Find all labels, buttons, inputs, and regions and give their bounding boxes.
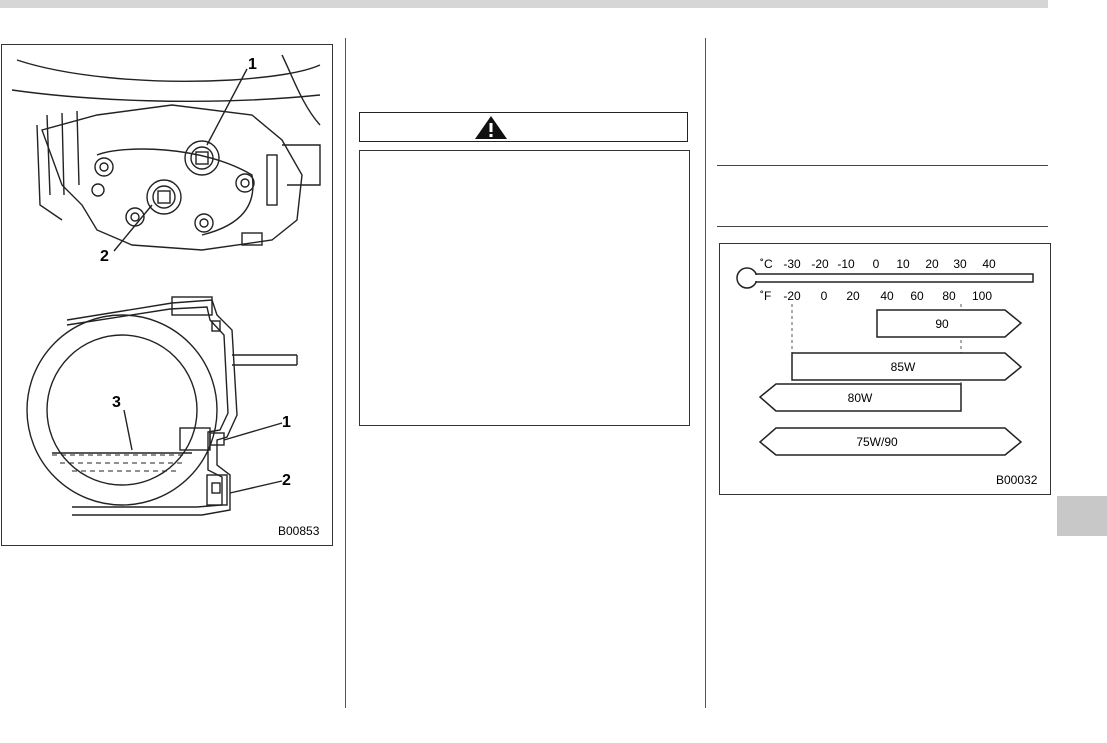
warning-icon [475, 116, 507, 139]
warning-header [359, 112, 688, 142]
viscosity-figure: ˚C ˚F -30 -20 -10 0 10 20 30 40 -20 0 20… [719, 243, 1051, 495]
fahrenheit-tick: 60 [910, 289, 924, 303]
celsius-tick: 10 [896, 257, 910, 271]
side-tab [1057, 496, 1107, 536]
celsius-tick: 20 [925, 257, 939, 271]
differential-drawing: 1 2 3 1 2 B00853 [11, 54, 321, 538]
callout-3-bottom: 3 [112, 394, 121, 411]
fahrenheit-tick: -20 [783, 289, 801, 303]
fahrenheit-unit: ˚F [760, 289, 771, 303]
warning-body [359, 150, 690, 426]
celsius-tick: -20 [811, 257, 829, 271]
fahrenheit-tick: 40 [880, 289, 894, 303]
grade-label-85w: 85W [891, 360, 916, 374]
celsius-tick: 40 [982, 257, 996, 271]
top-bar [0, 0, 1048, 8]
section-rule-1 [717, 165, 1048, 166]
celsius-tick: -10 [837, 257, 855, 271]
fahrenheit-tick: 80 [942, 289, 956, 303]
celsius-unit: ˚C [760, 257, 773, 271]
differential-figure: 1 2 3 1 2 B00853 [1, 44, 333, 546]
fahrenheit-tick: 0 [821, 289, 828, 303]
grade-label-75w90: 75W/90 [856, 435, 898, 449]
fahrenheit-tick: 20 [846, 289, 860, 303]
grade-label-80w: 80W [848, 391, 873, 405]
figure-code: B00032 [996, 473, 1038, 487]
grade-label-90: 90 [935, 317, 949, 331]
figure-code: B00853 [278, 524, 320, 538]
viscosity-chart: ˚C ˚F -30 -20 -10 0 10 20 30 40 -20 0 20… [736, 257, 1038, 487]
column-divider-2 [705, 38, 706, 708]
celsius-tick: -30 [783, 257, 801, 271]
celsius-tick: 0 [873, 257, 880, 271]
callout-1-top: 1 [248, 56, 257, 73]
column-divider-1 [345, 38, 346, 708]
celsius-tick: 30 [953, 257, 967, 271]
section-rule-2 [717, 226, 1048, 227]
fahrenheit-tick: 100 [972, 289, 992, 303]
callout-2-top: 2 [100, 248, 109, 265]
grade-bar-90 [876, 309, 1023, 338]
callout-2-bottom: 2 [282, 472, 291, 489]
callout-1-bottom: 1 [282, 414, 291, 431]
